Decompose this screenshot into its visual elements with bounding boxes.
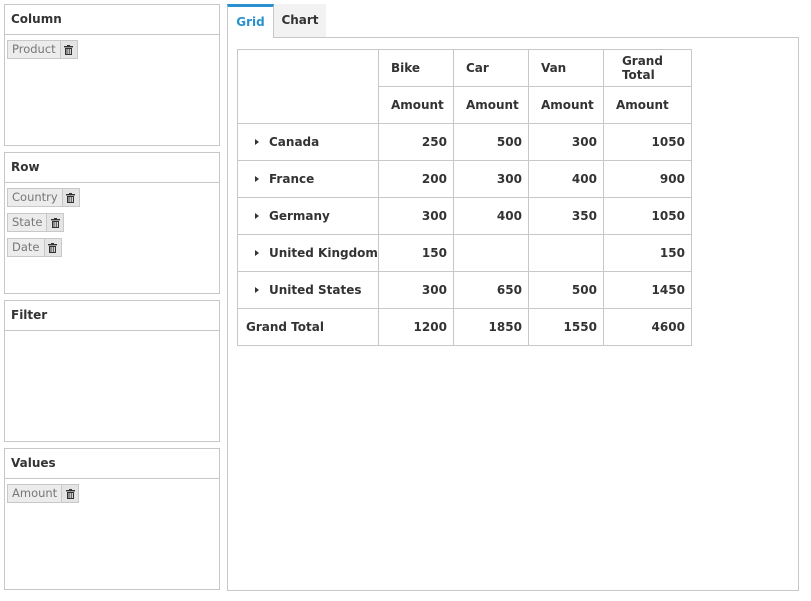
filter-drop-area[interactable] xyxy=(5,331,219,436)
field-chip-country[interactable]: Country xyxy=(7,188,80,207)
field-chip-label: Amount xyxy=(12,486,58,500)
filter-panel: Filter xyxy=(4,300,220,442)
value-cell: 500 xyxy=(527,271,604,309)
column-panel-title: Column xyxy=(5,5,219,35)
expand-arrow-icon[interactable] xyxy=(255,175,259,182)
value-cell xyxy=(527,234,604,272)
row-header-united-states[interactable]: United States xyxy=(237,271,379,309)
values-panel-title: Values xyxy=(5,449,219,479)
value-cell: 150 xyxy=(602,234,692,272)
corner-cell xyxy=(237,49,379,124)
view-tabs: Grid Chart Bike Car Van Grand Total Amou… xyxy=(227,4,799,591)
measure-header: Amount xyxy=(377,86,454,124)
table-row: Canada 250 500 300 1050 xyxy=(237,123,692,161)
value-cell: 300 xyxy=(527,123,604,161)
row-label: Germany xyxy=(269,209,330,223)
value-cell: 1050 xyxy=(602,123,692,161)
row-label: Canada xyxy=(269,135,320,149)
total-cell: 4600 xyxy=(602,308,692,346)
filter-panel-title: Filter xyxy=(5,301,219,331)
row-header-united-kingdom[interactable]: United Kingdom xyxy=(237,234,379,272)
measure-header: Amount xyxy=(602,86,692,124)
value-cell: 900 xyxy=(602,160,692,198)
value-cell: 350 xyxy=(527,197,604,235)
expand-arrow-icon[interactable] xyxy=(255,249,259,256)
value-cell: 650 xyxy=(452,271,529,309)
column-header: Grand Total xyxy=(602,49,692,87)
field-chip-date[interactable]: Date xyxy=(7,238,62,257)
value-cell: 1050 xyxy=(602,197,692,235)
grid-tab-content: Bike Car Van Grand Total Amount Amount A… xyxy=(227,37,799,591)
value-cell: 500 xyxy=(452,123,529,161)
column-header: Bike xyxy=(377,49,454,87)
measure-header: Amount xyxy=(527,86,604,124)
trash-icon[interactable] xyxy=(59,41,77,58)
field-chip-label: State xyxy=(12,215,43,229)
field-chip-product[interactable]: Product xyxy=(7,40,78,59)
pivot-grid: Bike Car Van Grand Total Amount Amount A… xyxy=(237,49,692,346)
value-cell xyxy=(452,234,529,272)
row-header-france[interactable]: France xyxy=(237,160,379,198)
row-header-canada[interactable]: Canada xyxy=(237,123,379,161)
trash-icon[interactable] xyxy=(46,214,64,231)
row-panel-title: Row xyxy=(5,153,219,183)
row-header-germany[interactable]: Germany xyxy=(237,197,379,235)
expand-arrow-icon[interactable] xyxy=(255,138,259,145)
total-cell: 1850 xyxy=(452,308,529,346)
tab-chart[interactable]: Chart xyxy=(274,4,326,37)
table-row: Germany 300 400 350 1050 xyxy=(237,197,692,235)
row-label: France xyxy=(269,172,315,186)
total-cell: 1200 xyxy=(377,308,454,346)
grand-total-label: Grand Total xyxy=(237,308,379,346)
row-label: United Kingdom xyxy=(269,246,378,260)
tab-grid[interactable]: Grid xyxy=(227,4,274,38)
expand-arrow-icon[interactable] xyxy=(255,212,259,219)
field-chip-label: Date xyxy=(12,240,40,254)
field-chip-label: Product xyxy=(12,42,56,56)
value-cell: 300 xyxy=(377,271,454,309)
field-chip-amount[interactable]: Amount xyxy=(7,484,80,503)
grand-total-row: Grand Total 1200 1850 1550 4600 xyxy=(237,308,692,346)
value-cell: 400 xyxy=(452,197,529,235)
value-cell: 400 xyxy=(527,160,604,198)
field-chip-label: Country xyxy=(12,190,58,204)
column-panel: Column Product xyxy=(4,4,220,146)
column-drop-area[interactable]: Product xyxy=(5,35,219,59)
table-row: United Kingdom 150 150 xyxy=(237,234,692,272)
trash-icon[interactable] xyxy=(61,189,79,206)
trash-icon[interactable] xyxy=(43,239,61,256)
column-header: Van xyxy=(527,49,604,87)
tab-strip: Grid Chart xyxy=(227,4,799,38)
expand-arrow-icon[interactable] xyxy=(255,286,259,293)
column-header-row: Bike Car Van Grand Total xyxy=(237,49,692,124)
values-panel: Values Amount xyxy=(4,448,220,590)
field-chip-state[interactable]: State xyxy=(7,213,65,232)
total-cell: 1550 xyxy=(527,308,604,346)
row-panel: Row Country State Date xyxy=(4,152,220,294)
measure-header: Amount xyxy=(452,86,529,124)
table-row: United States 300 650 500 1450 xyxy=(237,271,692,309)
value-cell: 150 xyxy=(377,234,454,272)
table-row: France 200 300 400 900 xyxy=(237,160,692,198)
trash-icon[interactable] xyxy=(61,485,79,502)
column-header: Car xyxy=(452,49,529,87)
value-cell: 200 xyxy=(377,160,454,198)
value-cell: 250 xyxy=(377,123,454,161)
value-cell: 300 xyxy=(377,197,454,235)
value-cell: 1450 xyxy=(602,271,692,309)
row-drop-area[interactable]: Country State Date xyxy=(5,183,219,257)
values-drop-area[interactable]: Amount xyxy=(5,479,219,503)
row-label: United States xyxy=(269,283,362,297)
value-cell: 300 xyxy=(452,160,529,198)
